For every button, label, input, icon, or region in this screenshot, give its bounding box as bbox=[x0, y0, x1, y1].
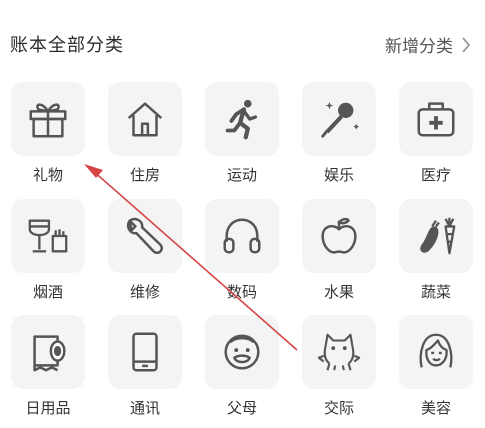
category-label: 娱乐 bbox=[323, 166, 354, 184]
category-label: 运动 bbox=[226, 166, 257, 184]
category-label: 蔬菜 bbox=[420, 283, 451, 301]
category-label: 烟酒 bbox=[32, 283, 63, 301]
vegetables-icon bbox=[420, 217, 456, 255]
category-label: 医疗 bbox=[420, 166, 451, 184]
category-repair[interactable]: 维修 bbox=[97, 199, 193, 311]
category-tile bbox=[205, 199, 279, 273]
microphone-icon bbox=[321, 101, 360, 138]
headphones-icon bbox=[223, 218, 261, 254]
category-label: 数码 bbox=[226, 283, 257, 301]
category-tile bbox=[11, 315, 85, 389]
category-tile bbox=[108, 82, 182, 156]
category-digital[interactable]: 数码 bbox=[194, 199, 290, 311]
category-daily-goods[interactable]: 日用品 bbox=[0, 315, 96, 427]
category-tile bbox=[302, 199, 376, 273]
category-label: 水果 bbox=[323, 283, 354, 301]
category-tile bbox=[108, 315, 182, 389]
toilet-paper-icon bbox=[33, 335, 66, 372]
category-medical[interactable]: 医疗 bbox=[388, 82, 484, 194]
category-tile bbox=[11, 199, 85, 273]
category-tile bbox=[399, 315, 473, 389]
category-tile bbox=[205, 82, 279, 156]
category-tile bbox=[302, 82, 376, 156]
category-tile bbox=[399, 82, 473, 156]
category-tile bbox=[399, 199, 473, 273]
category-parents[interactable]: 父母 bbox=[194, 315, 290, 427]
woman-face-icon bbox=[419, 333, 453, 368]
elder-face-icon bbox=[224, 334, 260, 370]
phone-icon bbox=[132, 332, 158, 372]
running-icon bbox=[225, 99, 258, 140]
category-social[interactable]: 交际 bbox=[291, 315, 387, 427]
category-label: 住房 bbox=[129, 166, 160, 184]
category-beauty[interactable]: 美容 bbox=[388, 315, 484, 427]
category-tile bbox=[108, 199, 182, 273]
category-entertainment[interactable]: 娱乐 bbox=[291, 82, 387, 194]
category-sports[interactable]: 运动 bbox=[194, 82, 290, 194]
social-cat-icon bbox=[317, 333, 361, 371]
category-label: 维修 bbox=[129, 283, 160, 301]
category-label: 日用品 bbox=[25, 399, 71, 417]
category-communication[interactable]: 通讯 bbox=[97, 315, 193, 427]
wrench-icon bbox=[126, 217, 164, 255]
category-tile bbox=[205, 315, 279, 389]
category-label: 美容 bbox=[420, 399, 451, 417]
house-icon bbox=[127, 102, 163, 137]
category-label: 交际 bbox=[323, 399, 354, 417]
category-label: 礼物 bbox=[32, 166, 63, 184]
category-gift[interactable]: 礼物 bbox=[0, 82, 96, 194]
category-tile bbox=[11, 82, 85, 156]
category-tile bbox=[302, 315, 376, 389]
wine-cigarette-icon bbox=[28, 219, 68, 253]
category-fruit[interactable]: 水果 bbox=[291, 199, 387, 311]
category-grid: 礼物 住房 运动 娱乐 医疗 烟酒 维修 数码 水果 蔬菜 日用品 通讯 父母 … bbox=[0, 0, 485, 428]
category-tobacco-alcohol[interactable]: 烟酒 bbox=[0, 199, 96, 311]
category-label: 通讯 bbox=[129, 399, 160, 417]
medical-kit-icon bbox=[417, 102, 455, 137]
apple-icon bbox=[321, 217, 357, 254]
gift-icon bbox=[29, 103, 67, 138]
category-house[interactable]: 住房 bbox=[97, 82, 193, 194]
category-vegetables[interactable]: 蔬菜 bbox=[388, 199, 484, 311]
category-label: 父母 bbox=[226, 399, 257, 417]
